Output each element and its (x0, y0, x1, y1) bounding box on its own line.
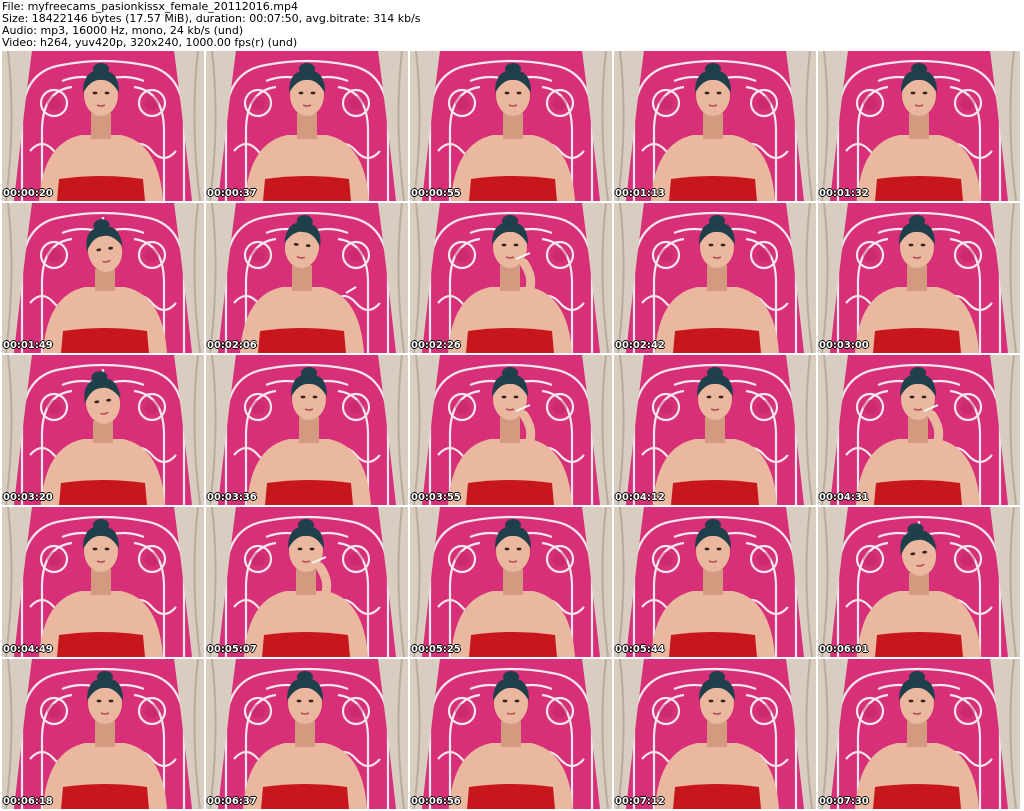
video-thumbnail: 00:06:01 (818, 507, 1020, 657)
thumbnail-timestamp: 00:00:55 (411, 188, 461, 199)
thumbnail-frame-image (614, 355, 816, 505)
thumbnail-frame-image (2, 203, 204, 353)
video-thumbnail: 00:02:42 (614, 203, 816, 353)
thumbnail-timestamp: 00:07:12 (615, 796, 665, 807)
video-thumbnail: 00:06:18 (2, 659, 204, 809)
video-thumbnail: 00:03:36 (206, 355, 408, 505)
thumbnail-frame-image (206, 203, 408, 353)
video-info-line: Video: h264, yuv420p, 320x240, 1000.00 f… (2, 36, 298, 49)
thumbnail-timestamp: 00:06:56 (411, 796, 461, 807)
thumbnail-timestamp: 00:03:55 (411, 492, 461, 503)
thumbnail-frame-image (410, 659, 612, 809)
video-thumbnail: 00:07:12 (614, 659, 816, 809)
thumbnail-timestamp: 00:06:18 (3, 796, 53, 807)
thumbnail-frame-image (614, 659, 816, 809)
video-thumbnail: 00:04:31 (818, 355, 1020, 505)
video-thumbnail: 00:00:37 (206, 51, 408, 201)
thumbnail-frame-image (410, 51, 612, 201)
thumbnail-timestamp: 00:02:26 (411, 340, 461, 351)
video-thumbnail: 00:02:06 (206, 203, 408, 353)
thumbnail-frame-image (2, 659, 204, 809)
video-thumbnail: 00:03:20 (2, 355, 204, 505)
video-thumbnail: 00:04:49 (2, 507, 204, 657)
thumbnail-frame-image (614, 507, 816, 657)
thumbnail-frame-image (818, 355, 1020, 505)
thumbnail-timestamp: 00:01:13 (615, 188, 665, 199)
thumbnail-timestamp: 00:03:00 (819, 340, 869, 351)
file-info-header: File: myfreecams_pasionkissx_female_2011… (0, 0, 1024, 50)
video-thumbnail: 00:04:12 (614, 355, 816, 505)
thumbnail-timestamp: 00:02:42 (615, 340, 665, 351)
video-thumbnail: 00:00:55 (410, 51, 612, 201)
video-thumbnail: 00:00:20 (2, 51, 204, 201)
thumbnail-timestamp: 00:06:01 (819, 644, 869, 655)
thumbnail-timestamp: 00:00:20 (3, 188, 53, 199)
video-thumbnail: 00:05:25 (410, 507, 612, 657)
thumbnail-grid: 00:00:20 00:00:37 00:00:55 00:01:13 00:01:32… (2, 51, 1022, 811)
thumbnail-frame-image (2, 507, 204, 657)
thumbnail-frame-image (818, 507, 1020, 657)
thumbnail-frame-image (2, 355, 204, 505)
video-thumbnail: 00:05:07 (206, 507, 408, 657)
thumbnail-timestamp: 00:04:31 (819, 492, 869, 503)
thumbnail-frame-image (410, 355, 612, 505)
thumbnail-frame-image (818, 51, 1020, 201)
video-thumbnail: 00:01:32 (818, 51, 1020, 201)
thumbnail-timestamp: 00:05:44 (615, 644, 665, 655)
video-thumbnail: 00:03:00 (818, 203, 1020, 353)
thumbnail-timestamp: 00:05:07 (207, 644, 257, 655)
video-thumbnail: 00:05:44 (614, 507, 816, 657)
thumbnail-timestamp: 00:05:25 (411, 644, 461, 655)
thumbnail-timestamp: 00:04:12 (615, 492, 665, 503)
thumbnail-timestamp: 00:00:37 (207, 188, 257, 199)
video-thumbnail: 00:01:13 (614, 51, 816, 201)
thumbnail-frame-image (410, 507, 612, 657)
thumbnail-timestamp: 00:01:32 (819, 188, 869, 199)
thumbnail-frame-image (206, 659, 408, 809)
thumbnail-frame-image (2, 51, 204, 201)
thumbnail-timestamp: 00:03:36 (207, 492, 257, 503)
thumbnail-frame-image (206, 51, 408, 201)
video-thumbnail: 00:02:26 (410, 203, 612, 353)
thumbnail-timestamp: 00:04:49 (3, 644, 53, 655)
video-thumbnail: 00:03:55 (410, 355, 612, 505)
video-thumbnail: 00:07:30 (818, 659, 1020, 809)
thumbnail-frame-image (614, 51, 816, 201)
thumbnail-frame-image (818, 659, 1020, 809)
thumbnail-frame-image (206, 507, 408, 657)
video-thumbnail: 00:06:56 (410, 659, 612, 809)
thumbnail-frame-image (818, 203, 1020, 353)
thumbnail-timestamp: 00:01:49 (3, 340, 53, 351)
video-thumbnail: 00:06:37 (206, 659, 408, 809)
thumbnail-frame-image (410, 203, 612, 353)
thumbnail-timestamp: 00:07:30 (819, 796, 869, 807)
thumbnail-timestamp: 00:03:20 (3, 492, 53, 503)
thumbnail-timestamp: 00:06:37 (207, 796, 257, 807)
thumbnail-timestamp: 00:02:06 (207, 340, 257, 351)
thumbnail-frame-image (206, 355, 408, 505)
video-thumbnail: 00:01:49 (2, 203, 204, 353)
thumbnail-frame-image (614, 203, 816, 353)
